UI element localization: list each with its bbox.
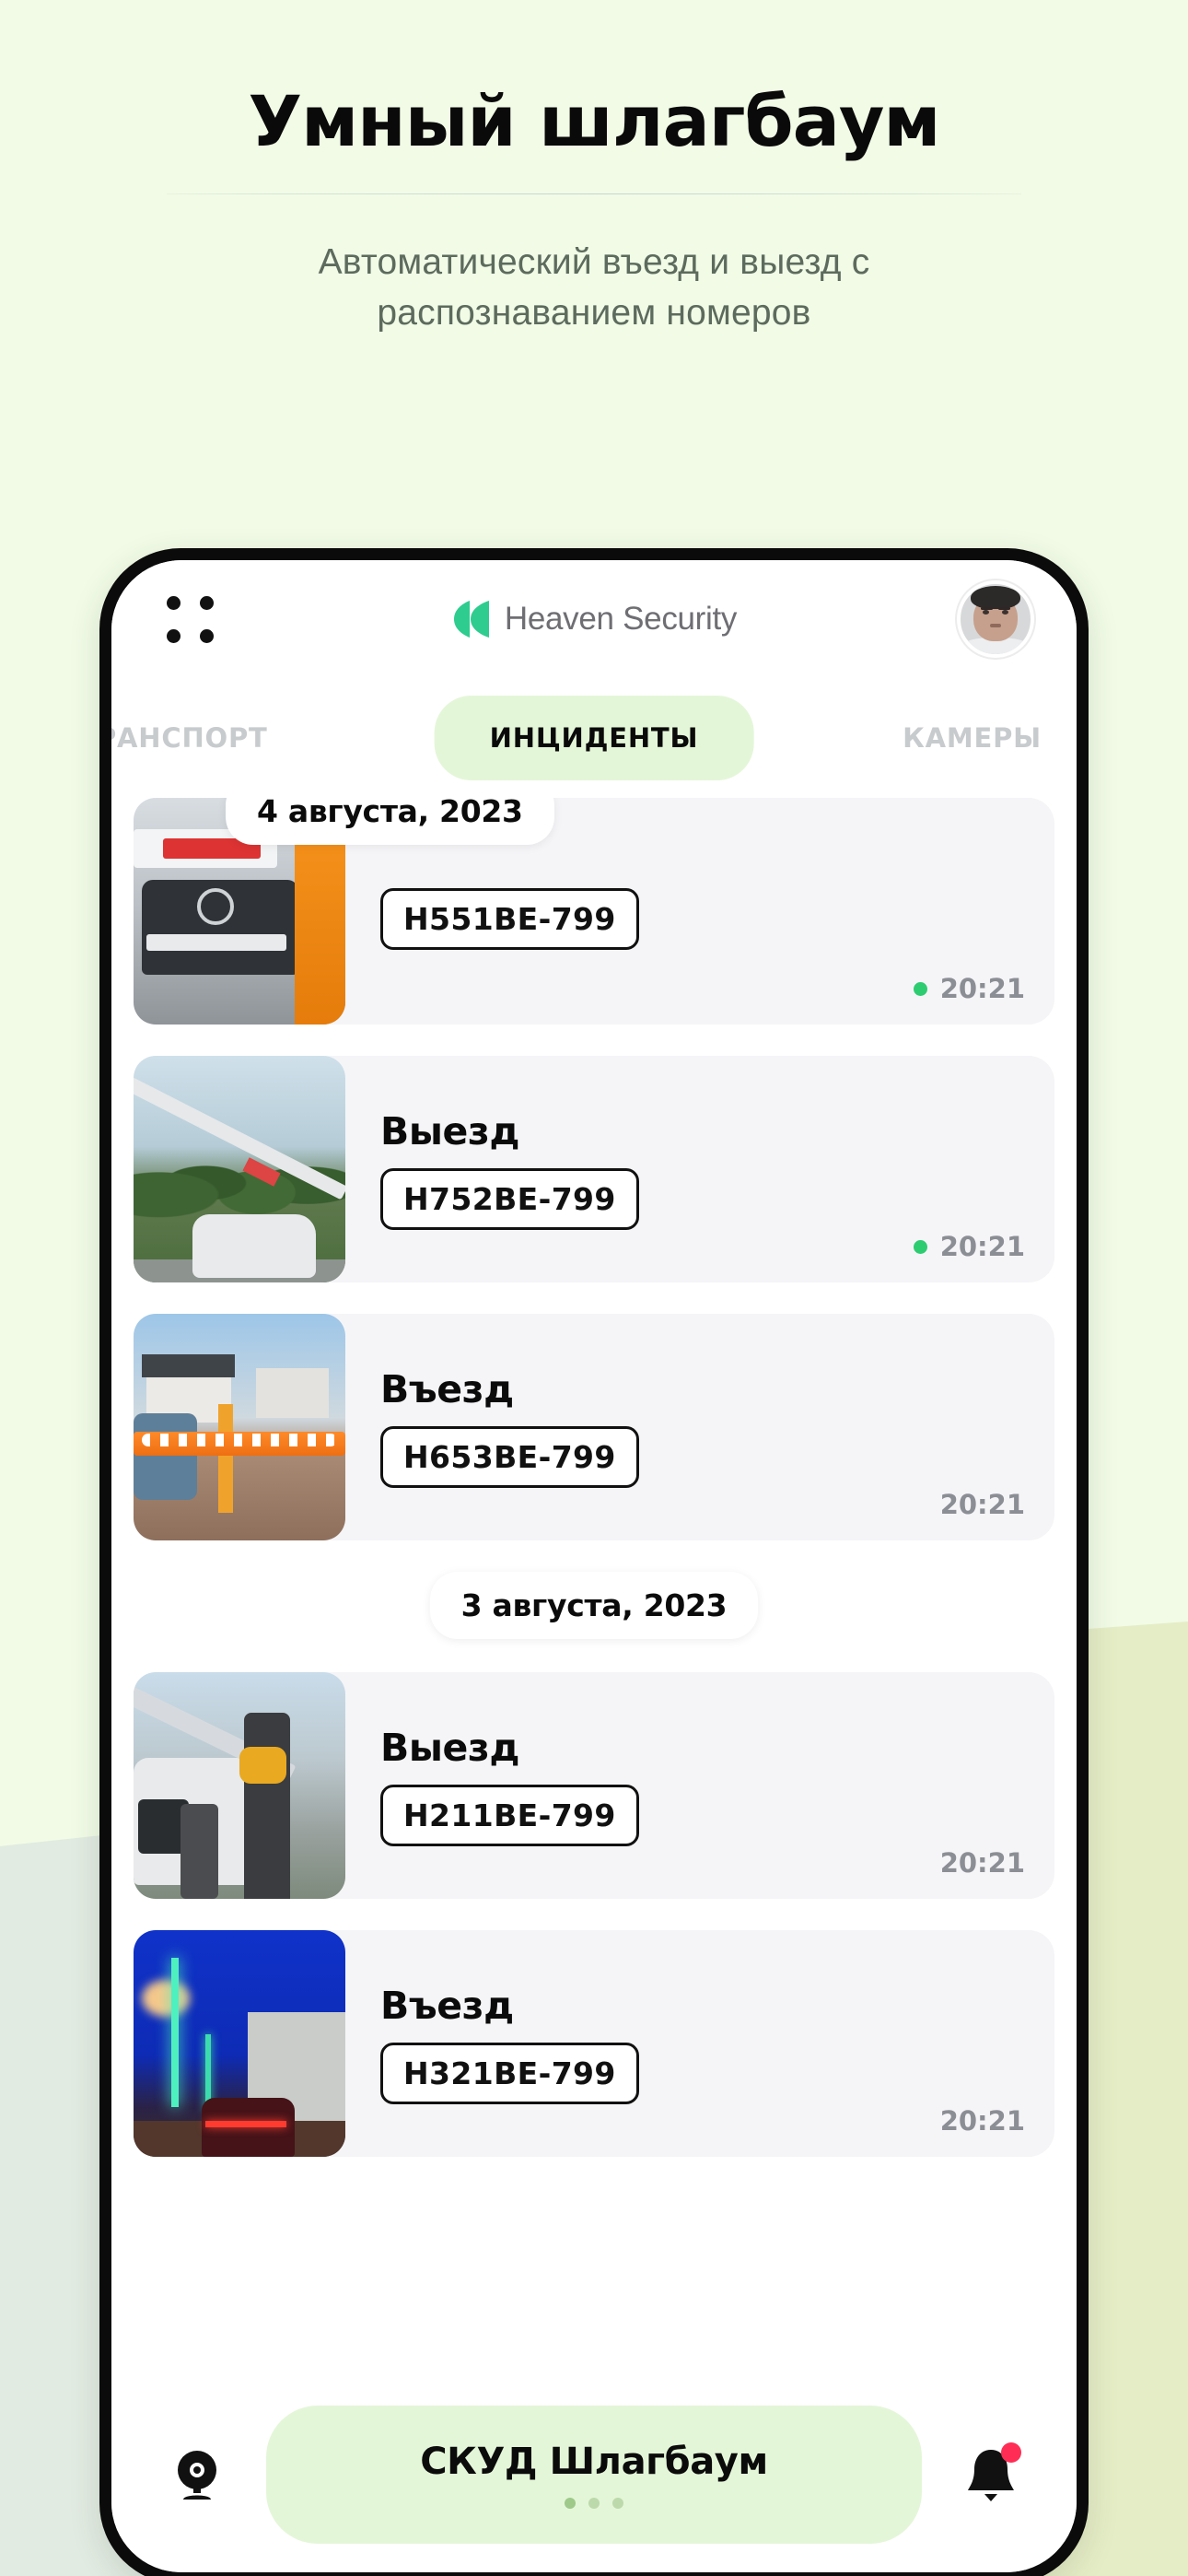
scud-barrier-button[interactable]: СКУД Шлагбаум xyxy=(266,2406,922,2544)
incident-thumbnail xyxy=(134,1672,345,1899)
license-plate: H752BE-799 xyxy=(380,1167,639,1230)
list-item[interactable]: Выезд H752BE-799 20:21 xyxy=(134,1056,1054,1282)
incident-title: Въезд xyxy=(380,1983,514,2028)
incident-title: Въезд xyxy=(380,1366,514,1411)
incident-body: Выезд H752BE-799 20:21 xyxy=(345,1056,1054,1282)
incident-title: Выезд xyxy=(380,1108,520,1153)
tab-bar: РАНСПОРТ ИНЦИДЕНТЫ КАМЕРЫ xyxy=(111,678,1077,798)
live-status-dot xyxy=(913,1239,927,1254)
brand: Heaven Security xyxy=(111,598,1077,640)
license-plate: H321BE-799 xyxy=(380,2042,639,2104)
date-chip: 3 августа, 2023 xyxy=(429,1572,759,1639)
notification-badge xyxy=(1001,2442,1021,2463)
incident-time: 20:21 xyxy=(939,1489,1025,1520)
list-item[interactable]: Въезд H321BE-799 20:21 xyxy=(134,1930,1054,2157)
incident-thumbnail xyxy=(134,1930,345,2157)
hero-text-block: Умный шлагбаум Автоматический въезд и вы… xyxy=(0,0,1188,339)
webcam-icon[interactable] xyxy=(161,2439,233,2511)
incident-time: 20:21 xyxy=(939,2105,1025,2137)
page-indicator-dots xyxy=(565,2498,623,2509)
scud-barrier-label: СКУД Шлагбаум xyxy=(420,2441,768,2483)
incident-time: 20:21 xyxy=(939,973,1025,1004)
incident-time-row: 20:21 xyxy=(913,1231,1025,1262)
incident-time: 20:21 xyxy=(939,1847,1025,1879)
incident-thumbnail xyxy=(134,1056,345,1282)
list-item[interactable]: Въезд H653BE-799 20:21 xyxy=(134,1314,1054,1540)
incident-time-row: 20:21 xyxy=(940,1847,1025,1879)
license-plate: H653BE-799 xyxy=(380,1425,639,1488)
page-subtitle: Автоматический въезд и выезд с распознав… xyxy=(0,237,1188,339)
list-item[interactable]: 4 августа, 2023 H551BE-799 20:21 xyxy=(134,798,1054,1025)
date-separator: 3 августа, 2023 xyxy=(134,1572,1054,1639)
tab-incidents[interactable]: ИНЦИДЕНТЫ xyxy=(434,696,754,780)
app-header: Heaven Security xyxy=(111,560,1077,678)
incident-body: Выезд H211BE-799 20:21 xyxy=(345,1672,1054,1899)
phone-screen: Heaven Security РАНСПОРТ ИНЦИДЕНТЫ КАМЕР… xyxy=(111,560,1077,2572)
incident-body: Въезд H653BE-799 20:21 xyxy=(345,1314,1054,1540)
bell-icon[interactable] xyxy=(955,2439,1027,2511)
page-subtitle-line-2: распознаванием номеров xyxy=(377,293,811,334)
avatar[interactable] xyxy=(957,580,1034,658)
list-item[interactable]: Выезд H211BE-799 20:21 xyxy=(134,1672,1054,1899)
grid-dots-icon[interactable] xyxy=(163,592,216,646)
brand-name: Heaven Security xyxy=(504,601,738,637)
rewind-logo-icon xyxy=(451,598,492,640)
live-status-dot xyxy=(913,981,927,996)
page-title: Умный шлагбаум xyxy=(248,80,940,162)
incident-time-row: 20:21 xyxy=(940,2105,1025,2137)
license-plate: H551BE-799 xyxy=(380,887,639,950)
incident-body: Въезд H321BE-799 20:21 xyxy=(345,1930,1054,2157)
phone-mockup: Heaven Security РАНСПОРТ ИНЦИДЕНТЫ КАМЕР… xyxy=(99,548,1089,2576)
incident-time-row: 20:21 xyxy=(913,973,1025,1004)
date-chip: 4 августа, 2023 xyxy=(226,798,554,845)
bottom-bar: СКУД Шлагбаум xyxy=(111,2377,1077,2572)
incident-list[interactable]: 4 августа, 2023 H551BE-799 20:21 Выезд H… xyxy=(111,798,1077,2336)
license-plate: H211BE-799 xyxy=(380,1784,639,1846)
incident-time-row: 20:21 xyxy=(940,1489,1025,1520)
title-divider xyxy=(167,193,1021,194)
incident-time: 20:21 xyxy=(939,1231,1025,1262)
incident-thumbnail xyxy=(134,1314,345,1540)
page-subtitle-line-1: Автоматический въезд и выезд с xyxy=(318,241,870,282)
tab-cameras[interactable]: КАМЕРЫ xyxy=(903,722,1042,754)
tab-transport[interactable]: РАНСПОРТ xyxy=(111,722,268,754)
incident-title: Выезд xyxy=(380,1725,520,1770)
